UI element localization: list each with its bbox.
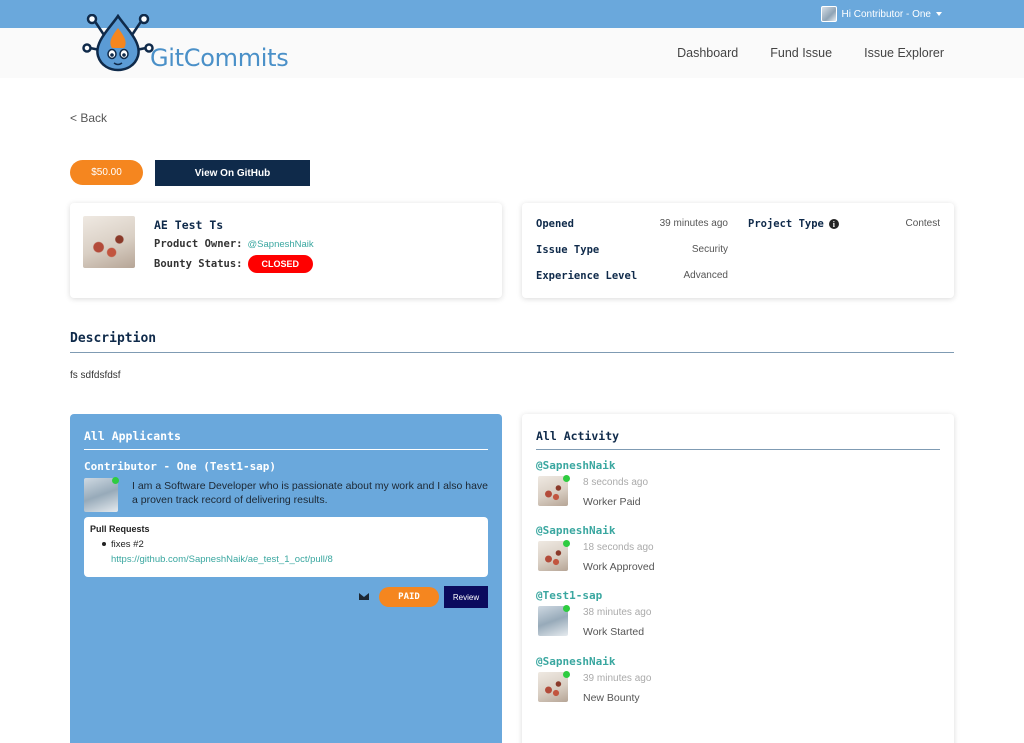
user-menu[interactable]: Hi Contributor - One — [820, 6, 942, 22]
status-badge: CLOSED — [247, 255, 314, 273]
bullet-icon — [102, 542, 106, 546]
activity-time: 18 seconds ago — [583, 542, 654, 553]
project-type-label: Project Type — [748, 218, 824, 230]
applicants-panel: All Applicants Contributor - One (Test1-… — [70, 414, 502, 743]
pull-requests-box: Pull Requests fixes #2 https://github.co… — [84, 517, 488, 577]
product-owner-label: Product Owner: — [154, 238, 243, 250]
issue-type-value: Security — [691, 244, 728, 255]
activity-item: @SapneshNaik 39 minutes ago New Bounty — [536, 655, 836, 717]
bounty-status-label: Bounty Status: — [154, 258, 243, 270]
paid-button[interactable]: PAID — [379, 587, 439, 607]
description-divider — [70, 352, 954, 353]
product-owner-row: Product Owner: @SapneshNaik — [154, 238, 314, 250]
applicants-heading: All Applicants — [84, 429, 181, 443]
user-avatar — [820, 6, 837, 22]
activity-time: 38 minutes ago — [583, 607, 652, 618]
activity-text: Work Started — [583, 626, 645, 638]
bounty-amount-button[interactable]: $50.00 — [70, 160, 143, 185]
pull-request-item: fixes #2 — [111, 539, 144, 550]
issue-title: AE Test Ts — [154, 218, 224, 232]
nav-fund-issue[interactable]: Fund Issue — [770, 46, 832, 60]
online-status-icon — [563, 671, 570, 678]
online-status-icon — [563, 540, 570, 547]
activity-panel: All Activity @SapneshNaik 8 seconds ago … — [522, 414, 954, 743]
activity-user-link[interactable]: @SapneshNaik — [536, 655, 615, 668]
opened-value: 39 minutes ago — [659, 218, 728, 229]
activity-heading: All Activity — [536, 429, 620, 443]
nav-issue-explorer[interactable]: Issue Explorer — [864, 46, 944, 60]
activity-time: 8 seconds ago — [583, 477, 649, 488]
activity-text: Work Approved — [583, 561, 655, 573]
back-link[interactable]: < Back — [70, 111, 107, 125]
issue-type-label: Issue Type — [536, 244, 600, 256]
activity-divider — [536, 449, 940, 450]
issue-thumbnail — [83, 216, 135, 268]
activity-user-link[interactable]: @Test1-sap — [536, 589, 602, 602]
opened-label: Opened — [536, 218, 574, 230]
issue-card: AE Test Ts Product Owner: @SapneshNaik B… — [70, 203, 502, 298]
applicant-bio: I am a Software Developer who is passion… — [132, 480, 489, 506]
pull-request-link[interactable]: https://github.com/SapneshNaik/ae_test_1… — [111, 554, 333, 565]
online-status-icon — [563, 605, 570, 612]
nav-links: Dashboard Fund Issue Issue Explorer — [677, 46, 944, 60]
user-greeting: Hi Contributor - One — [841, 8, 931, 20]
activity-time: 39 minutes ago — [583, 673, 652, 684]
description-text: fs sdfdsfdsf — [70, 370, 121, 381]
applicants-divider — [84, 449, 488, 450]
project-type-label-group: Project Type i — [748, 218, 839, 230]
online-status-icon — [563, 475, 570, 482]
activity-text: Worker Paid — [583, 496, 641, 508]
activity-user-link[interactable]: @SapneshNaik — [536, 524, 615, 537]
experience-level-value: Advanced — [683, 270, 728, 281]
product-owner-link[interactable]: @SapneshNaik — [248, 239, 314, 250]
activity-item: @SapneshNaik 18 seconds ago Work Approve… — [536, 524, 836, 586]
review-button[interactable]: Review — [444, 586, 488, 608]
applicant-name: Contributor - One (Test1-sap) — [84, 460, 277, 473]
experience-level-label: Experience Level — [536, 270, 638, 282]
activity-user-link[interactable]: @SapneshNaik — [536, 459, 615, 472]
info-icon[interactable]: i — [828, 219, 839, 229]
mail-icon[interactable] — [359, 593, 369, 600]
nav-dashboard[interactable]: Dashboard — [677, 46, 738, 60]
logo-text[interactable]: GitCommits — [150, 44, 289, 72]
description-heading: Description — [70, 331, 157, 346]
issue-meta-card: Opened 39 minutes ago Issue Type Securit… — [522, 203, 954, 298]
activity-item: @SapneshNaik 8 seconds ago Worker Paid — [536, 459, 836, 521]
activity-item: @Test1-sap 38 minutes ago Work Started — [536, 589, 836, 651]
bounty-status-row: Bounty Status: CLOSED — [154, 255, 314, 273]
caret-down-icon — [936, 12, 942, 16]
view-on-github-button[interactable]: View On GitHub — [155, 160, 310, 186]
online-status-icon — [112, 477, 119, 484]
pull-requests-title: Pull Requests — [90, 524, 150, 534]
activity-text: New Bounty — [583, 692, 640, 704]
project-type-value: Contest — [905, 218, 940, 229]
